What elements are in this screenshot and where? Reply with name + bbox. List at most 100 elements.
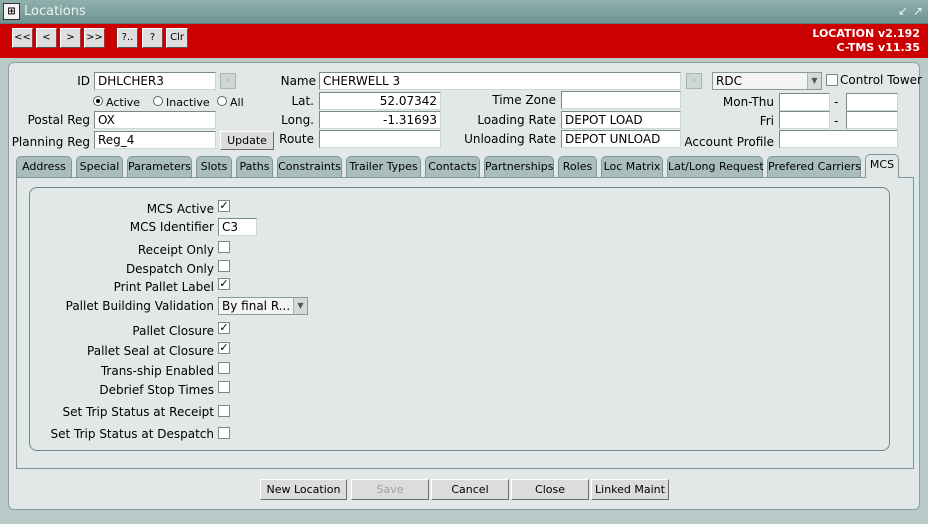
name-lov-button[interactable]: ◦ <box>686 73 702 89</box>
unloading-rate-field[interactable]: DEPOT UNLOAD <box>561 130 681 148</box>
planning-reg-label: Planning Reg <box>11 135 90 149</box>
timezone-label: Time Zone <box>492 93 556 107</box>
lat-field[interactable]: 52.07342 <box>319 92 441 110</box>
minimize-icon[interactable]: ↙ <box>896 4 910 18</box>
pallet-closure-checkbox[interactable]: ✓ <box>218 322 230 334</box>
mcs-identifier-field[interactable]: C3 <box>218 218 257 236</box>
tab-constraints[interactable]: Constraints <box>277 156 342 177</box>
trans-ship-enabled-checkbox[interactable] <box>218 362 230 374</box>
app-icon: ⊞ <box>3 3 20 20</box>
unloading-rate-label: Unloading Rate <box>464 132 556 146</box>
receipt-only-label: Receipt Only <box>137 243 214 257</box>
name-field[interactable]: CHERWELL 3 <box>319 72 681 90</box>
id-label: ID <box>77 74 90 88</box>
id-lov-button[interactable]: ◦ <box>220 73 236 89</box>
last-record-button[interactable]: >> <box>84 28 105 48</box>
debrief-stop-times-checkbox[interactable] <box>218 381 230 393</box>
status-inactive-radio[interactable] <box>153 96 163 106</box>
tab-paths[interactable]: Paths <box>236 156 273 177</box>
mon-thu-label: Mon-Thu <box>722 95 774 109</box>
fri-dash: - <box>834 114 839 128</box>
window-title: Locations <box>24 4 86 19</box>
set-trip-status-despatch-label: Set Trip Status at Despatch <box>50 427 214 441</box>
print-pallet-label-checkbox[interactable]: ✓ <box>218 278 230 290</box>
mcs-identifier-label: MCS Identifier <box>129 220 214 234</box>
fri-label: Fri <box>759 114 774 128</box>
trans-ship-enabled-label: Trans-ship Enabled <box>100 364 214 378</box>
loading-rate-field[interactable]: DEPOT LOAD <box>561 111 681 129</box>
mcs-active-checkbox[interactable]: ✓ <box>218 200 230 212</box>
fri-from-field[interactable] <box>779 111 830 129</box>
clear-button[interactable]: Clr <box>166 28 188 48</box>
pallet-building-validation-label: Pallet Building Validation <box>65 299 214 313</box>
status-all-label: All <box>230 96 244 109</box>
ctms-version: C-TMS v11.35 <box>836 41 920 54</box>
next-record-button[interactable]: > <box>60 28 81 48</box>
tab-parameters[interactable]: Parameters <box>127 156 192 177</box>
query-list-button[interactable]: ?.. <box>117 28 138 48</box>
location-type-value: RDC <box>716 74 742 88</box>
route-field[interactable] <box>319 130 441 148</box>
first-record-button[interactable]: << <box>12 28 33 48</box>
loading-rate-label: Loading Rate <box>477 113 556 127</box>
long-field[interactable]: -1.31693 <box>319 111 441 129</box>
mon-thu-to-field[interactable] <box>846 93 898 111</box>
tab-roles[interactable]: Roles <box>558 156 597 177</box>
check-mark-icon: ✓ <box>219 277 229 290</box>
pallet-seal-at-closure-label: Pallet Seal at Closure <box>87 344 214 358</box>
status-all-radio[interactable] <box>217 96 227 106</box>
planning-reg-field[interactable]: Reg_4 <box>94 131 216 149</box>
title-bar <box>0 0 928 24</box>
pallet-seal-at-closure-checkbox[interactable]: ✓ <box>218 342 230 354</box>
set-trip-status-receipt-checkbox[interactable] <box>218 405 230 417</box>
tab-loc-matrix[interactable]: Loc Matrix <box>601 156 663 177</box>
maximize-icon[interactable]: ↗ <box>911 4 925 18</box>
mcs-active-label: MCS Active <box>146 202 214 216</box>
print-pallet-label-label: Print Pallet Label <box>113 280 214 294</box>
tab-contacts[interactable]: Contacts <box>425 156 480 177</box>
save-button[interactable]: Save <box>351 479 429 500</box>
previous-record-button[interactable]: < <box>36 28 57 48</box>
tab-slots[interactable]: Slots <box>196 156 232 177</box>
tab-mcs[interactable]: MCS <box>865 154 899 178</box>
fri-to-field[interactable] <box>846 111 898 129</box>
chevron-down-icon[interactable]: ▼ <box>807 73 821 89</box>
id-field[interactable]: DHLCHER3 <box>94 72 216 90</box>
tab-prefered-carriers[interactable]: Prefered Carriers <box>767 156 861 177</box>
close-button[interactable]: Close <box>511 479 589 500</box>
check-mark-icon: ✓ <box>219 321 229 334</box>
cancel-button[interactable]: Cancel <box>431 479 509 500</box>
toolbar <box>0 24 928 58</box>
pallet-building-validation-value: By final R... <box>222 299 291 313</box>
set-trip-status-despatch-checkbox[interactable] <box>218 427 230 439</box>
location-type-select[interactable]: RDC ▼ <box>712 72 822 90</box>
chevron-down-icon[interactable]: ▼ <box>293 298 307 314</box>
receipt-only-checkbox[interactable] <box>218 241 230 253</box>
set-trip-status-receipt-label: Set Trip Status at Receipt <box>62 405 214 419</box>
lat-label: Lat. <box>291 94 314 108</box>
new-location-button[interactable]: New Location <box>260 479 347 500</box>
despatch-only-checkbox[interactable] <box>218 260 230 272</box>
timezone-field[interactable] <box>561 91 681 109</box>
tab-lat-long-request[interactable]: Lat/Long Request <box>667 156 764 177</box>
version-info: LOCATION v2.192 C-TMS v11.35 <box>812 27 920 55</box>
mon-thu-from-field[interactable] <box>779 93 830 111</box>
tab-special[interactable]: Special <box>76 156 123 177</box>
query-button[interactable]: ? <box>142 28 163 48</box>
tab-address[interactable]: Address <box>16 156 72 177</box>
control-tower-label: Control Tower <box>840 73 922 87</box>
tab-trailer-types[interactable]: Trailer Types <box>346 156 421 177</box>
linked-maint-button[interactable]: Linked Maint <box>591 479 669 500</box>
status-inactive-label: Inactive <box>166 96 210 109</box>
postal-reg-field[interactable]: OX <box>94 111 216 129</box>
check-mark-icon: ✓ <box>219 341 229 354</box>
pallet-building-validation-select[interactable]: By final R... ▼ <box>218 297 308 315</box>
tab-partnerships[interactable]: Partnerships <box>484 156 554 177</box>
check-mark-icon: ✓ <box>219 199 229 212</box>
location-version: LOCATION v2.192 <box>812 27 920 40</box>
update-button[interactable]: Update <box>220 131 274 150</box>
control-tower-checkbox[interactable] <box>826 74 838 86</box>
status-active-radio[interactable] <box>93 96 103 106</box>
status-active-label: Active <box>106 96 141 109</box>
account-profile-field[interactable] <box>779 130 898 148</box>
